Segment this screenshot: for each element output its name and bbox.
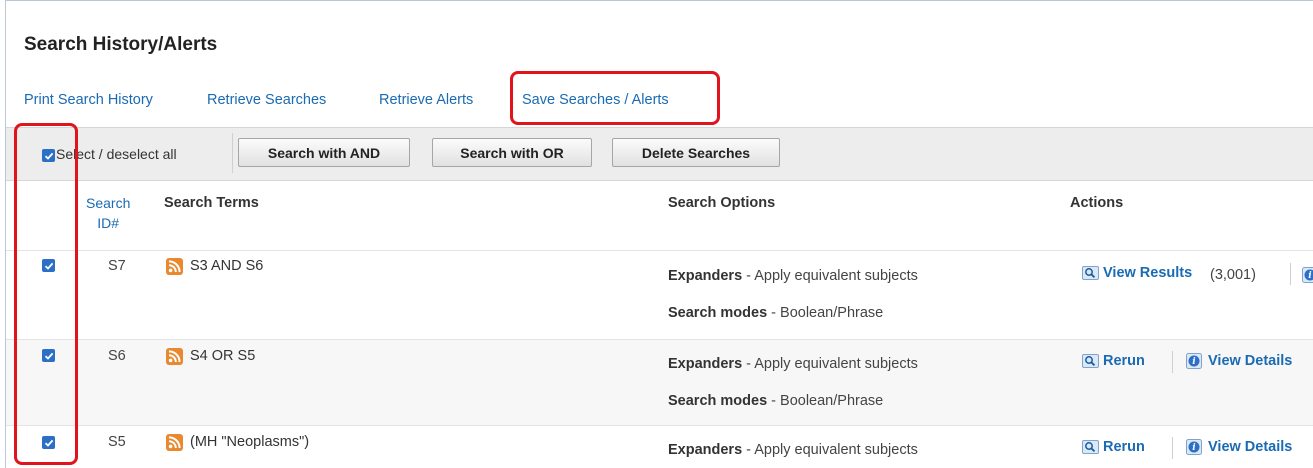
rerun-link[interactable]: Rerun — [1082, 353, 1145, 369]
expanders-label: Expanders — [668, 442, 743, 458]
search-id: S6 — [108, 348, 126, 364]
search-terms-header: Search Terms — [164, 195, 259, 211]
search-id-header-line1: Search — [86, 195, 131, 211]
rss-icon[interactable] — [166, 258, 183, 275]
print-search-history-link[interactable]: Print Search History — [24, 92, 153, 108]
magnifier-icon — [1082, 266, 1099, 280]
page-title: Search History/Alerts — [24, 34, 218, 55]
expanders-label: Expanders — [668, 356, 743, 372]
svg-text:i: i — [1308, 271, 1312, 281]
search-id-header-line2: ID# — [97, 215, 120, 231]
expanders-option: Expanders - Apply equivalent subjects — [668, 268, 918, 284]
view-details-link[interactable]: i View Details — [1186, 353, 1292, 369]
rerun-label: Rerun — [1103, 439, 1145, 455]
search-id: S7 — [108, 258, 126, 274]
search-term: (MH "Neoplasms") — [190, 434, 310, 450]
search-id-header[interactable]: Search ID# — [86, 193, 130, 233]
retrieve-searches-link[interactable]: Retrieve Searches — [207, 92, 326, 108]
highlight-save-link — [510, 71, 720, 125]
rss-icon[interactable] — [166, 348, 183, 365]
info-icon: i — [1186, 353, 1202, 369]
row-divider — [6, 425, 1313, 426]
row-divider — [6, 250, 1313, 251]
search-modes-option: Search modes - Boolean/Phrase — [668, 393, 883, 409]
svg-text:i: i — [1192, 443, 1196, 453]
actions-header: Actions — [1070, 195, 1124, 211]
search-modes-label: Search modes — [668, 393, 768, 409]
retrieve-alerts-link[interactable]: Retrieve Alerts — [379, 92, 473, 108]
view-results-label: View Results — [1103, 265, 1193, 281]
rerun-label: Rerun — [1103, 353, 1145, 369]
search-with-and-button[interactable]: Search with AND — [238, 138, 410, 167]
result-count: (3,001) — [1210, 267, 1256, 283]
highlight-checkbox-column — [14, 123, 78, 465]
svg-text:i: i — [1192, 357, 1196, 367]
expanders-value: - Apply equivalent subjects — [742, 356, 918, 372]
view-details-link[interactable]: i View Details — [1186, 439, 1292, 455]
row-divider — [6, 339, 1313, 340]
search-term: S4 OR S5 — [190, 348, 256, 364]
search-term: S3 AND S6 — [190, 258, 264, 274]
search-options-header: Search Options — [668, 195, 776, 211]
view-details-label: View Details — [1208, 439, 1293, 455]
action-divider — [1172, 351, 1173, 373]
search-modes-value: - Boolean/Phrase — [767, 393, 884, 409]
view-results-link[interactable]: View Results — [1082, 265, 1192, 281]
magnifier-icon — [1082, 354, 1099, 368]
action-divider — [1172, 437, 1173, 459]
magnifier-icon — [1082, 440, 1099, 454]
view-details-label: View Details — [1208, 353, 1293, 369]
expanders-value: - Apply equivalent subjects — [742, 442, 918, 458]
delete-searches-button[interactable]: Delete Searches — [612, 138, 780, 167]
search-modes-label: Search modes — [668, 305, 768, 321]
search-modes-value: - Boolean/Phrase — [767, 305, 884, 321]
search-modes-option: Search modes - Boolean/Phrase — [668, 305, 883, 321]
search-id: S5 — [108, 434, 126, 450]
action-divider — [1290, 263, 1291, 285]
expanders-option: Expanders - Apply equivalent subjects — [668, 356, 918, 372]
rss-icon[interactable] — [166, 434, 183, 451]
info-icon: i — [1186, 439, 1202, 455]
toolbar-divider — [232, 133, 233, 173]
rerun-link[interactable]: Rerun — [1082, 439, 1145, 455]
search-with-or-button[interactable]: Search with OR — [432, 138, 592, 167]
info-icon[interactable]: i — [1302, 267, 1313, 283]
expanders-label: Expanders — [668, 268, 743, 284]
expanders-value: - Apply equivalent subjects — [742, 268, 918, 284]
expanders-option: Expanders - Apply equivalent subjects — [668, 442, 918, 458]
